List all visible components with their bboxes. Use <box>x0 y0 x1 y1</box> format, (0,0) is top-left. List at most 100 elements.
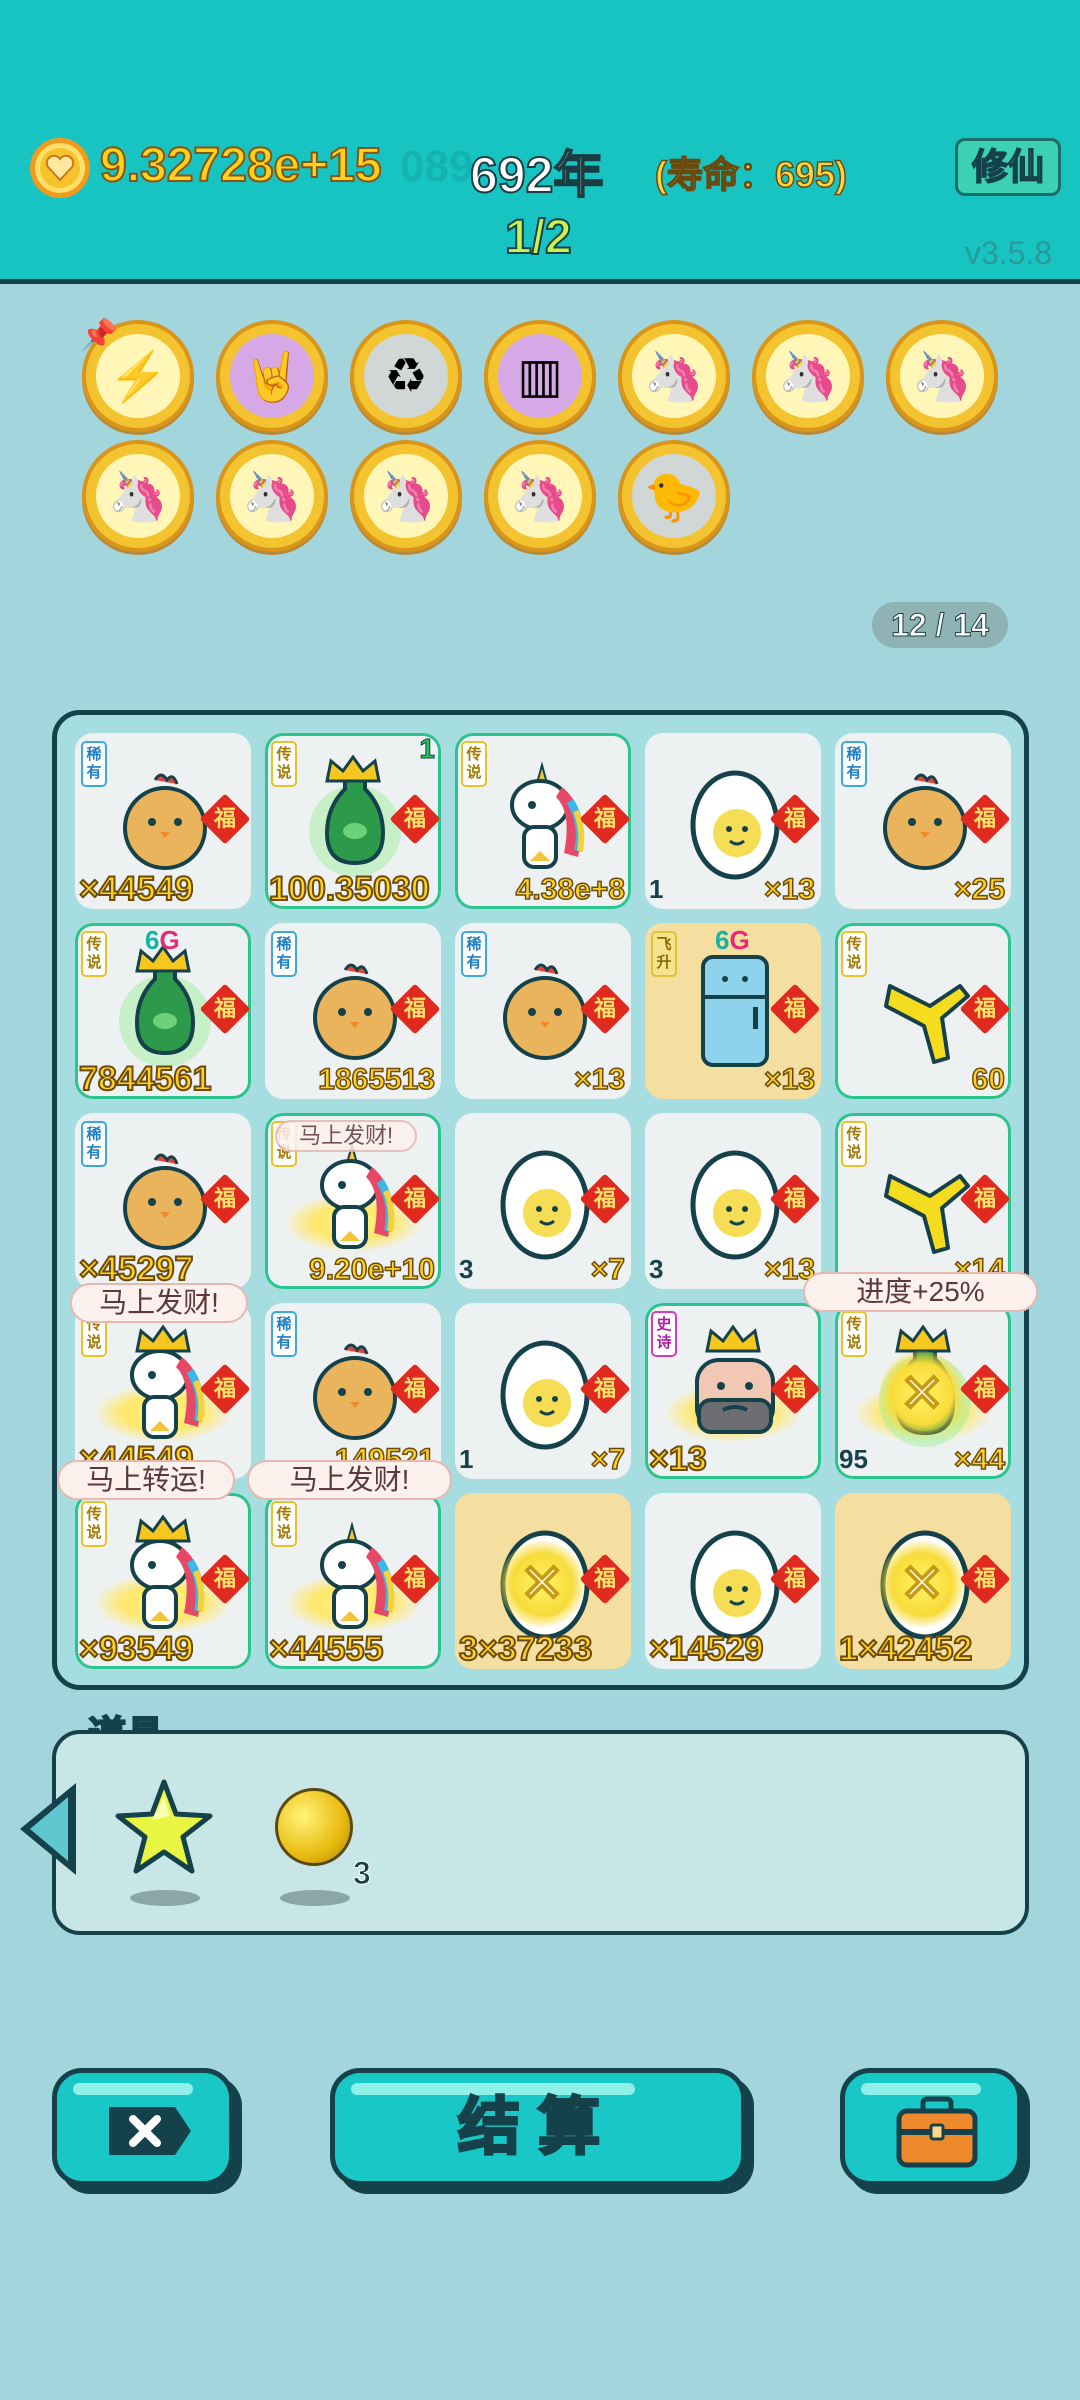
big-count-label: ×13 <box>648 1439 708 1479</box>
buff-slot[interactable]: ▥ <box>484 320 596 432</box>
merge-mark-icon: ✕ <box>879 1541 965 1627</box>
level-label: 1 <box>649 874 664 904</box>
buff-slot[interactable]: 🦄 <box>618 320 730 432</box>
close-tag-icon <box>109 2107 191 2155</box>
fortune-badge: 福 <box>959 1173 1011 1225</box>
big-count-label: ×93549 <box>78 1629 194 1669</box>
buff-slot[interactable]: ♻ <box>350 320 462 432</box>
rarity-tag: 传说 <box>841 1121 867 1167</box>
grid-cell-egg[interactable]: 福 3 ×7 <box>455 1113 631 1289</box>
speech-bubble: 马上发财! <box>247 1460 452 1500</box>
fortune-badge: 福 <box>959 793 1011 845</box>
count-label: ×44 <box>953 1442 1005 1477</box>
crown-icon <box>135 1325 191 1353</box>
grid-cell-chick[interactable]: 稀有福 1865513 <box>265 923 441 1099</box>
crown-icon <box>705 1325 761 1353</box>
grid-cell-hand[interactable]: 传说福 60 <box>835 923 1011 1099</box>
grid-cell-chick[interactable]: 稀有福 ×13 <box>455 923 631 1099</box>
item-board: 稀有福 ×44549 传说福 1 100.35030 传说福 4.38e+8 福 1 ×13 稀有福… <box>52 710 1029 1690</box>
level-label: 3 <box>649 1254 664 1284</box>
version-label: v3.5.8 <box>965 235 1053 271</box>
fortune-badge: 福 <box>579 1173 631 1225</box>
grid-cell-egg[interactable]: 福 ×14529 <box>645 1493 821 1669</box>
rarity-tag: 稀有 <box>271 1311 297 1357</box>
big-count-label: 7844561 <box>78 1059 212 1099</box>
grid-cell-chick[interactable]: 稀有福 ×45297 <box>75 1113 251 1289</box>
grid-cell-egg[interactable]: ✕ 福 3×37233 <box>455 1493 631 1669</box>
count-label: ×25 <box>953 872 1005 907</box>
grid-cell-egg[interactable]: 福 1 ×7 <box>455 1303 631 1479</box>
buff-slot[interactable]: 🦄 <box>752 320 864 432</box>
fortune-badge: 福 <box>769 1173 821 1225</box>
level-label: 95 <box>839 1444 868 1474</box>
briefcase-icon <box>896 2096 978 2168</box>
pin-icon: 📌 <box>80 319 118 352</box>
chick-icon: 🐤 <box>632 454 716 538</box>
recycle-icon: ♻ <box>364 334 448 418</box>
buff-slot[interactable]: 🦄 <box>886 320 998 432</box>
fortune-badge: 福 <box>199 1173 251 1225</box>
fortune-badge: 福 <box>579 983 631 1035</box>
count-label: ×7 <box>590 1252 626 1287</box>
rarity-tag: 飞升 <box>651 931 677 977</box>
big-count-label: ×14529 <box>648 1629 764 1669</box>
grid-cell-vase[interactable]: ✕ 传说福 95 ×44 <box>835 1303 1011 1479</box>
unicorn-icon: 🦄 <box>766 334 850 418</box>
6g-label: 6G <box>145 925 180 955</box>
fortune-badge: 福 <box>579 793 631 845</box>
count-label: ×13 <box>763 872 815 907</box>
buff-slot[interactable]: 🦄 <box>350 440 462 552</box>
rarity-tag: 传说 <box>81 931 107 977</box>
grid-cell-chick[interactable]: 稀有福 ×44549 <box>75 733 251 909</box>
count-label: ×7 <box>590 1442 626 1477</box>
count-label: ×13 <box>573 1062 625 1097</box>
grid-cell-vase[interactable]: 传说福 6G 7844561 <box>75 923 251 1099</box>
bag-button[interactable] <box>840 2068 1022 2186</box>
cultivate-button[interactable]: 修仙 <box>955 138 1061 196</box>
grid-cell-fridge[interactable]: 飞升福 6G ×13 <box>645 923 821 1099</box>
discard-button[interactable] <box>52 2068 234 2186</box>
grid-cell-chick[interactable]: 稀有福149521 <box>265 1303 441 1479</box>
rarity-tag: 传说 <box>271 1501 297 1547</box>
big-count-label: 1×42452 <box>838 1629 973 1669</box>
button-highlight <box>73 2083 194 2095</box>
fortune-badge: 福 <box>579 1363 631 1415</box>
grid-cell-vase[interactable]: 传说福 1 100.35030 <box>265 733 441 909</box>
grid-cell-unicorn[interactable]: 传说福 ×44555 <box>265 1493 441 1669</box>
grid-cell-egg[interactable]: 福 3 ×13 <box>645 1113 821 1289</box>
big-count-label: ×44549 <box>78 869 194 909</box>
grid-cell-egg[interactable]: 福 1 ×13 <box>645 733 821 909</box>
coin-balance: 9.32728e+15 <box>99 138 383 193</box>
buff-slot[interactable]: 🦄 <box>484 440 596 552</box>
level-label: 3 <box>459 1254 474 1284</box>
grid-cell-face[interactable]: 史诗福 ×13 <box>645 1303 821 1479</box>
fortune-badge: 福 <box>199 1553 251 1605</box>
crown-icon <box>325 755 381 783</box>
rarity-tag: 传说 <box>271 741 297 787</box>
grid-cell-hand[interactable]: 传说福 ×14 <box>835 1113 1011 1289</box>
buff-slot[interactable]: 🤘 <box>216 320 328 432</box>
fortune-badge: 福 <box>389 1553 441 1605</box>
grid-cell-unicorn[interactable]: 传说福 ×44549 <box>75 1303 251 1479</box>
star-icon[interactable] <box>112 1778 216 1878</box>
merge-mark-icon: ✕ <box>879 1351 965 1437</box>
grid-cell-chick[interactable]: 稀有福 ×25 <box>835 733 1011 909</box>
top-bar: 9.32728e+15 089 692年 (寿命：695) 修仙 1/2 v3.… <box>0 0 1080 284</box>
settle-button[interactable]: 结算 <box>330 2068 746 2186</box>
rarity-tag: 传说 <box>81 1501 107 1547</box>
speech-bubble: 进度+25% <box>803 1272 1038 1312</box>
buff-slot[interactable]: 🦄 <box>82 440 194 552</box>
grid-cell-unicorn[interactable]: 传说福 4.38e+8 <box>455 733 631 909</box>
fortune-badge: 福 <box>389 1363 441 1415</box>
coin-balance-ghost: 089 <box>400 142 474 191</box>
fortune-badge: 福 <box>769 1553 821 1605</box>
grid-cell-egg[interactable]: ✕ 福 1×42452 <box>835 1493 1011 1669</box>
rarity-tag: 传说 <box>841 931 867 977</box>
count-label: 4.38e+8 <box>515 872 626 907</box>
buff-slot[interactable]: 🐤 <box>618 440 730 552</box>
golden-ball-icon[interactable] <box>275 1788 353 1866</box>
left-arrow-inner <box>30 1797 68 1861</box>
grid-cell-unicorn[interactable]: 传说福 ×93549 <box>75 1493 251 1669</box>
star-shadow <box>130 1890 200 1906</box>
buff-slot[interactable]: 🦄 <box>216 440 328 552</box>
